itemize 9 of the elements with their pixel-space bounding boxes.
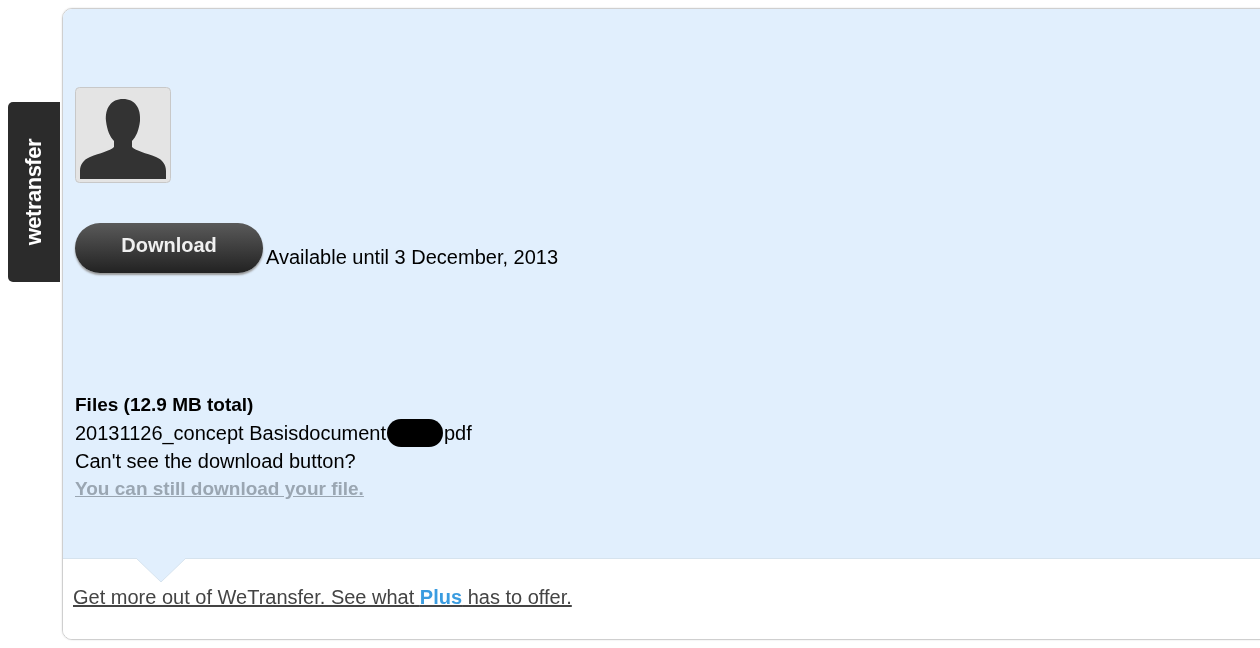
file-name: 20131126_concept Basisdocument xyxy=(75,421,386,447)
avatar-icon xyxy=(75,87,171,183)
download-button[interactable]: Download xyxy=(75,223,263,273)
files-heading: Files (12.9 MB total) xyxy=(75,393,254,417)
help-text: Can't see the download button? xyxy=(75,449,356,474)
file-extension: pdf xyxy=(443,421,472,446)
logo-tab[interactable]: wetransfer xyxy=(8,102,60,282)
availability-text: Available until 3 December, 2013 xyxy=(266,246,559,269)
promo-link[interactable]: Get more out of WeTransfer. See what Plus has to offer. xyxy=(73,586,572,608)
